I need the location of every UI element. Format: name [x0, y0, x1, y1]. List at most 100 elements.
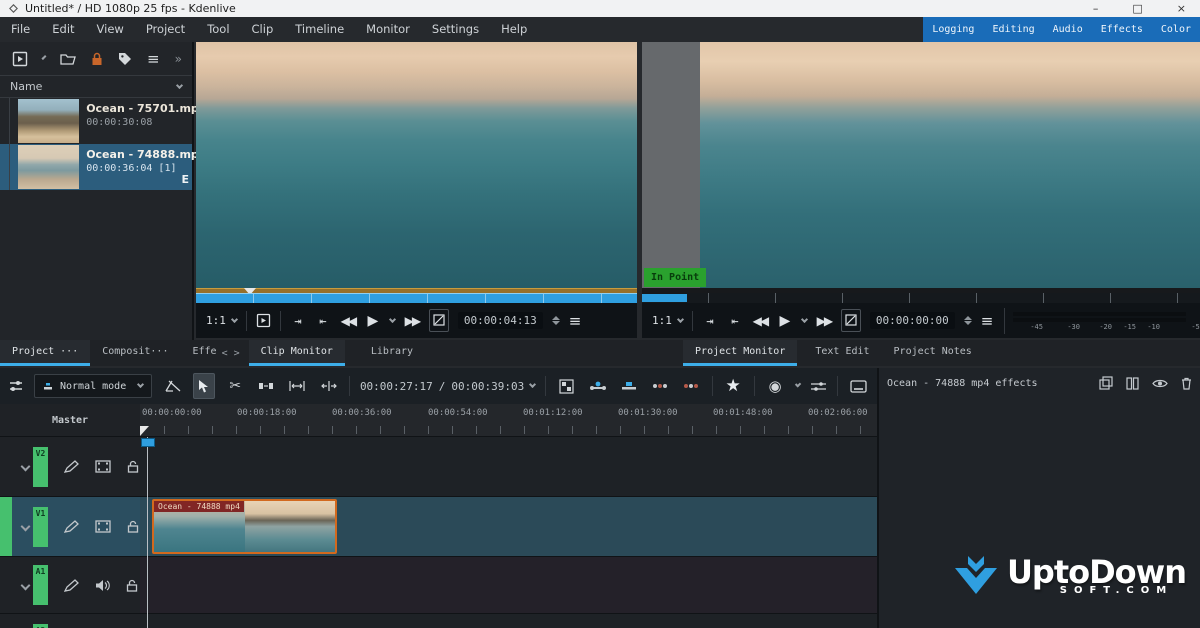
monitor-menu-icon[interactable]: ≡: [981, 312, 994, 330]
set-out-point-icon[interactable]: ⇤: [727, 310, 743, 332]
track-lane-a2[interactable]: [140, 614, 877, 628]
audio-track-icon[interactable]: [95, 579, 110, 592]
spacer-tool-icon[interactable]: [256, 373, 277, 399]
track-lane-a1[interactable]: [140, 557, 877, 614]
lift-zone-icon[interactable]: [681, 373, 702, 399]
lock-track-icon[interactable]: [127, 520, 139, 533]
loop-zone-icon[interactable]: [429, 309, 449, 332]
eye-icon[interactable]: [1152, 378, 1168, 389]
maximize-button[interactable]: □: [1132, 1, 1142, 16]
clip-monitor-video[interactable]: [196, 42, 637, 288]
collapse-track-icon[interactable]: [21, 462, 31, 472]
menu-project[interactable]: Project: [135, 17, 196, 42]
tab-project-monitor[interactable]: Project Monitor: [683, 340, 797, 366]
fast-forward-icon[interactable]: ▶▶: [404, 310, 420, 332]
workspace-tab-editing[interactable]: Editing: [983, 17, 1043, 42]
timeline-zone-marker[interactable]: [141, 438, 155, 447]
menu-file[interactable]: File: [0, 17, 41, 42]
project-monitor-seek-bar[interactable]: [642, 293, 1200, 303]
monitor-menu-icon[interactable]: ≡: [569, 312, 582, 330]
tab-effects[interactable]: Effe: [180, 340, 218, 366]
set-in-point-icon[interactable]: ⇥: [702, 310, 718, 332]
play-options-chevron-icon[interactable]: [389, 315, 396, 322]
razor-tool-icon[interactable]: ✂: [225, 373, 246, 399]
slip-tool-icon[interactable]: [318, 373, 339, 399]
tag-icon[interactable]: [118, 52, 132, 66]
insert-zone-icon[interactable]: [587, 373, 608, 399]
tab-project-bin[interactable]: Project ···: [0, 340, 90, 366]
track-header-a1[interactable]: A1: [0, 557, 140, 614]
overwrite-zone-icon[interactable]: [618, 373, 639, 399]
copy-effects-icon[interactable]: [1099, 376, 1113, 390]
bin-sort-chevron-icon[interactable]: [176, 82, 183, 89]
clip-monitor-timecode[interactable]: 00:00:04:13: [458, 312, 543, 329]
menu-tool[interactable]: Tool: [196, 17, 240, 42]
timecode-spinner[interactable]: [552, 316, 560, 325]
collapse-track-icon[interactable]: [21, 522, 31, 532]
track-header-v2[interactable]: V2: [0, 437, 140, 497]
lock-track-icon[interactable]: [127, 460, 139, 473]
edit-mode-dropdown[interactable]: Normal mode: [34, 374, 152, 398]
playhead-flag[interactable]: [140, 426, 149, 436]
play-icon[interactable]: ▶: [365, 310, 381, 332]
menu-help[interactable]: Help: [490, 17, 538, 42]
bin-clip-ocean-75701[interactable]: Ocean - 75701.mp4 00:00:30:08: [0, 98, 192, 144]
play-icon[interactable]: ▶: [777, 310, 793, 332]
track-header-v1[interactable]: V1: [0, 497, 140, 557]
set-in-point-icon[interactable]: ⇥: [290, 310, 306, 332]
track-target-badge[interactable]: A2: [33, 624, 48, 628]
lock-track-icon[interactable]: [126, 579, 138, 592]
track-target-badge[interactable]: V2: [33, 447, 48, 487]
lock-icon[interactable]: [91, 52, 103, 66]
video-track-icon[interactable]: [95, 520, 111, 533]
bin-clip-ocean-74888[interactable]: Ocean - 74888.mp4 00:00:36:04 [1] E: [0, 144, 192, 190]
minimize-button[interactable]: –: [1093, 1, 1099, 16]
extract-zone-icon[interactable]: [649, 373, 670, 399]
selection-tool-icon[interactable]: [193, 373, 215, 399]
clip-monitor-seek-bar[interactable]: [196, 293, 637, 303]
record-options-chevron-icon[interactable]: [794, 381, 801, 388]
workspace-tab-audio[interactable]: Audio: [1044, 17, 1092, 42]
bin-menu-icon[interactable]: ≡: [147, 50, 160, 68]
timeline-ruler[interactable]: 00:00:00:00 00:00:18:00 00:00:36:00 00:0…: [140, 404, 877, 437]
timeline-clip-ocean-74888[interactable]: Ocean - 74888 mp4: [152, 499, 337, 554]
bin-overflow-icon[interactable]: »: [175, 52, 182, 66]
zoom-level-dropdown[interactable]: 1:1: [206, 314, 237, 327]
master-track-button[interactable]: Master: [0, 404, 140, 437]
tab-text-edit[interactable]: Text Edit: [803, 340, 881, 366]
menu-view[interactable]: View: [86, 17, 135, 42]
timeline-settings-icon[interactable]: [8, 378, 24, 394]
track-lane-v1[interactable]: Ocean - 74888 mp4: [140, 497, 877, 557]
workspace-tab-color[interactable]: Color: [1152, 17, 1200, 42]
menu-settings[interactable]: Settings: [421, 17, 490, 42]
delete-effects-icon[interactable]: [1181, 377, 1192, 390]
tab-library[interactable]: Library: [359, 340, 425, 366]
collapse-track-icon[interactable]: [21, 580, 31, 590]
tab-scroll-left-icon[interactable]: <: [219, 342, 231, 366]
tab-compositions[interactable]: Composit···: [90, 340, 180, 366]
add-clip-icon[interactable]: [12, 51, 28, 67]
close-button[interactable]: ×: [1177, 1, 1186, 16]
zoom-level-dropdown[interactable]: 1:1: [652, 314, 683, 327]
track-target-badge[interactable]: V1: [33, 507, 48, 547]
workspace-tab-effects[interactable]: Effects: [1092, 17, 1152, 42]
open-folder-icon[interactable]: [60, 52, 76, 66]
bin-name-header[interactable]: Name: [0, 75, 192, 98]
menu-edit[interactable]: Edit: [41, 17, 85, 42]
loop-zone-icon[interactable]: [841, 309, 861, 332]
fit-zoom-icon[interactable]: [287, 373, 308, 399]
record-icon[interactable]: ◉: [764, 373, 785, 399]
fast-forward-icon[interactable]: ▶▶: [816, 310, 832, 332]
split-compare-icon[interactable]: [1126, 377, 1139, 390]
mixer-grid-icon[interactable]: [556, 373, 577, 399]
rewind-icon[interactable]: ◀◀: [340, 310, 356, 332]
edit-track-icon[interactable]: [64, 520, 79, 533]
mix-clips-icon[interactable]: [162, 373, 183, 399]
edit-track-icon[interactable]: [64, 460, 79, 473]
tab-scroll-right-icon[interactable]: >: [231, 342, 243, 366]
zoom-slider-icon[interactable]: [810, 380, 827, 392]
monitor-overlay-icon[interactable]: [256, 313, 271, 328]
track-lane-v2[interactable]: [140, 437, 877, 497]
tab-project-notes[interactable]: Project Notes: [882, 340, 984, 366]
timeline-position-display[interactable]: 00:00:27:17 / 00:00:39:03: [360, 380, 535, 393]
